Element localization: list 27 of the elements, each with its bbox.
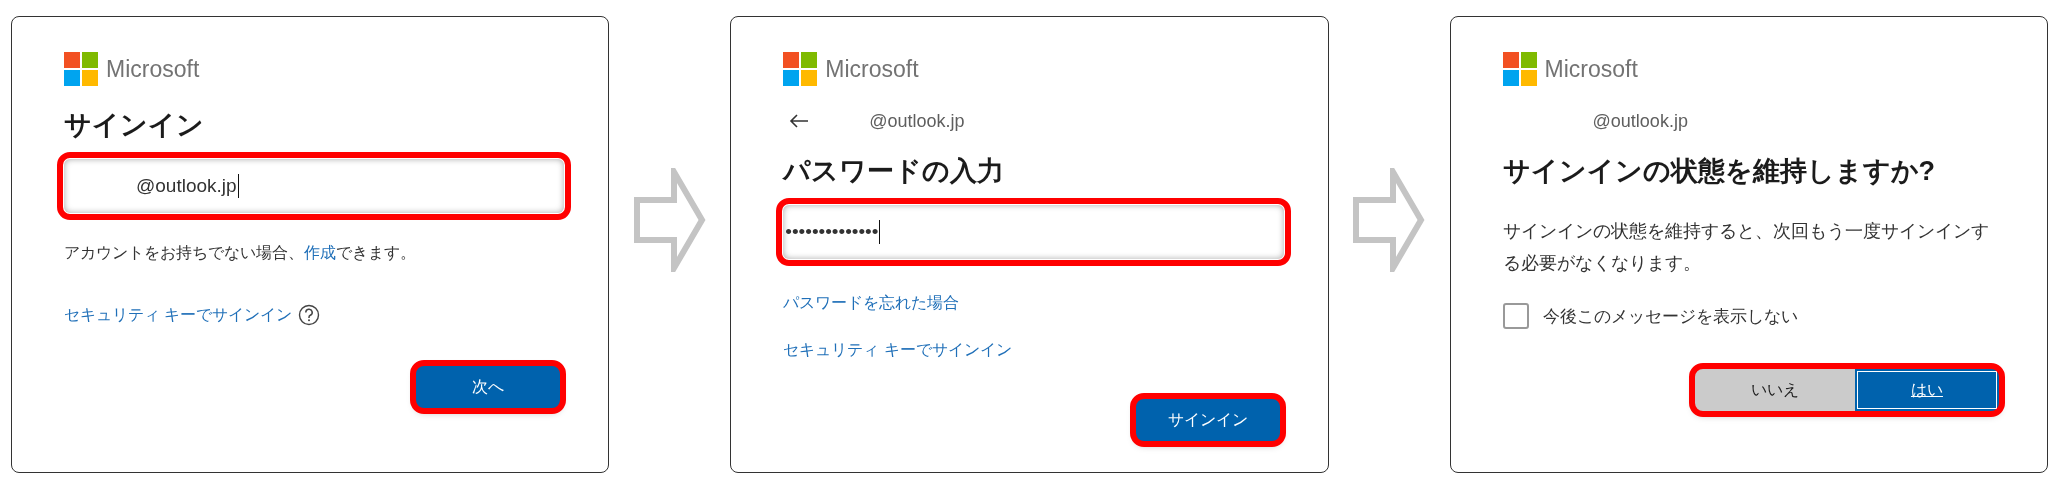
help-icon[interactable] <box>298 304 321 326</box>
logo-icon <box>1502 52 1537 86</box>
secondary-button[interactable]: いいえ <box>1694 369 1855 411</box>
brand-name: Microsoft <box>825 55 919 83</box>
account-email: @outlook.jp <box>1592 110 1688 132</box>
text-link[interactable]: パスワードを忘れた場合 <box>783 293 960 314</box>
primary-button[interactable]: サインイン <box>1135 399 1280 441</box>
logo-icon <box>64 52 98 86</box>
page-title: パスワードの入力 <box>783 155 1006 188</box>
create-link[interactable]: 作成 <box>304 244 336 261</box>
brand-name: Microsoft <box>106 55 200 83</box>
page-title: サインインの状態を維持しますか? <box>1502 155 1937 188</box>
brand-name: Microsoft <box>1544 55 1638 83</box>
account-email: @outlook.jp <box>869 110 965 132</box>
description-text: サインインの状態を維持すると、次回もう一度サインインする必要がなくなります。 <box>1502 220 1990 275</box>
arrow-icon <box>1353 167 1426 272</box>
text-link[interactable]: セキュリティ キーでサインイン <box>783 340 1012 361</box>
checkbox-label: 今後このメッセージを表示しない <box>1542 305 1798 328</box>
page-title: サインイン <box>64 109 205 142</box>
primary-button[interactable]: 次へ <box>416 366 561 408</box>
arrow-icon <box>633 167 706 272</box>
logo-icon <box>783 52 818 86</box>
primary-button[interactable]: はい <box>1854 369 1999 411</box>
account-note: アカウントをお持ちでない場合、作成できます。 <box>64 243 417 263</box>
back-icon[interactable] <box>789 113 810 129</box>
text-link[interactable]: セキュリティ キーでサインイン <box>64 304 293 326</box>
checkbox[interactable] <box>1502 303 1529 329</box>
